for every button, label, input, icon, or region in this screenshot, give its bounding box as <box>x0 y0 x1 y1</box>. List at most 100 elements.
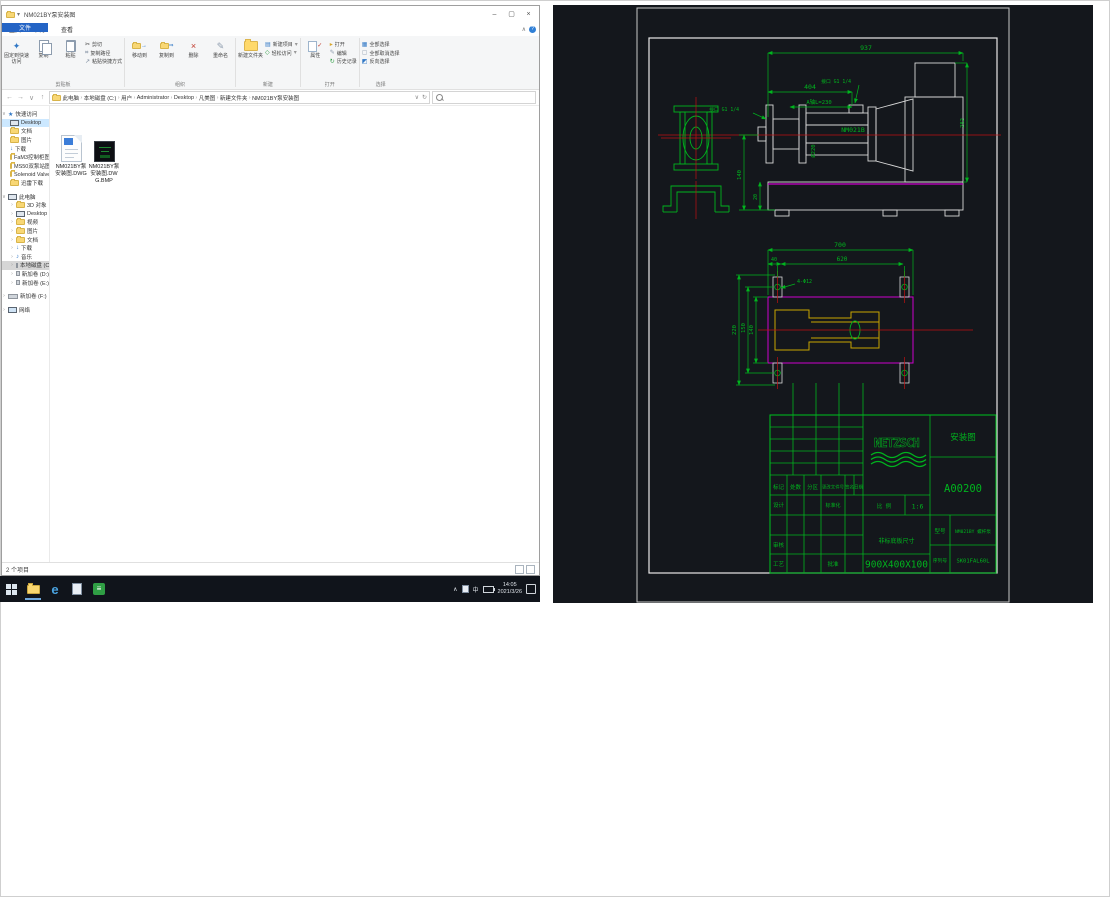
help-icon[interactable]: ? <box>529 26 536 33</box>
sidebar-item-volume-e[interactable]: › 新加卷 (E:) <box>2 278 49 287</box>
collapse-ribbon-icon[interactable]: ∧ <box>522 26 526 33</box>
delete-button[interactable]: × 删除 <box>181 38 206 60</box>
sidebar-item-downloads[interactable]: ↓ 下载 <box>2 144 49 153</box>
file-dwg[interactable]: NM021BY泵安装图.DWG <box>55 128 87 178</box>
drive-icon <box>16 271 20 277</box>
sidebar-this-pc[interactable]: ∨ 此电脑 <box>2 192 49 201</box>
refresh-icon[interactable]: ↻ <box>422 94 427 101</box>
tray-monitor-icon[interactable] <box>461 585 469 593</box>
large-icons-view-icon[interactable] <box>526 564 535 574</box>
address-dropdown-icon[interactable]: ∨ <box>415 94 419 101</box>
dim-port-right: 接口 G1 1/4 <box>821 78 851 85</box>
ribbon-group-open: ✓ 属性 ▸ 打开 ✎ 编辑 ↻ 历史记录 打开 <box>301 36 359 89</box>
back-icon[interactable]: ← <box>5 94 14 101</box>
breadcrumb-item[interactable]: Desktop <box>174 95 194 101</box>
sidebar-quick-access[interactable]: ∨ ★ 快速访问 <box>2 110 49 119</box>
battery-icon[interactable] <box>482 585 495 593</box>
breadcrumb-item[interactable]: 此电脑 <box>63 94 80 102</box>
edit-button[interactable]: ✎ 编辑 <box>330 50 357 57</box>
tray-clock[interactable]: 14:05 2021/3/26 <box>498 582 522 596</box>
copy-path-button[interactable]: ⌗ 复制路径 <box>85 50 122 57</box>
maximize-button[interactable]: ▢ <box>503 7 520 22</box>
tb-process: 工艺 <box>773 561 785 568</box>
taskbar-document-app[interactable] <box>66 578 88 600</box>
tb-scale-value: 1:6 <box>912 503 924 511</box>
sidebar-item-desktop[interactable]: Desktop <box>2 118 49 128</box>
copy-button[interactable]: 复制 <box>31 38 56 60</box>
tab-view[interactable]: 查看 <box>54 23 80 36</box>
sidebar-item-3d-objects[interactable]: › 3D 对象 <box>2 201 49 210</box>
sidebar-item-pc-pictures[interactable]: › 图片 <box>2 227 49 236</box>
desktop-icon <box>10 119 19 126</box>
sidebar-item-videos[interactable]: › 视频 <box>2 218 49 227</box>
sidebar-item-volume-d[interactable]: › 新加卷 (D:) <box>2 270 49 279</box>
qat-customize-icon[interactable]: ▾ <box>17 11 20 18</box>
folder-icon <box>10 179 19 187</box>
new-folder-button[interactable]: 新建文件夹 <box>238 38 263 60</box>
sidebar-item-music[interactable]: › ♪ 音乐 <box>2 253 49 262</box>
netzsch-logo-text: NETZSCH <box>874 436 920 450</box>
system-tray: ∧ 中 14:05 2021/3/26 <box>453 582 540 596</box>
cut-button[interactable]: ✂ 剪切 <box>85 41 122 49</box>
file-bmp[interactable]: NM021BY泵安装图.DWG.BMP <box>88 128 120 185</box>
close-button[interactable]: × <box>520 7 537 22</box>
details-view-icon[interactable] <box>515 564 524 574</box>
tray-chevron-icon[interactable]: ∧ <box>453 586 457 593</box>
folder-icon <box>10 153 15 161</box>
breadcrumb-item[interactable]: Administrator <box>137 95 169 101</box>
easy-access-button[interactable]: ◇ 轻松访问 ▾ <box>265 50 298 57</box>
sidebar-item-volume-f[interactable]: › 新加卷 (F:) <box>2 292 49 301</box>
rename-button[interactable]: ✎ 重命名 <box>208 38 233 60</box>
breadcrumb-item[interactable]: 凡美图 <box>199 94 216 102</box>
copy-to-button[interactable]: ⇒ 复制到 <box>154 38 179 60</box>
recent-locations-icon[interactable]: ∨ <box>27 94 36 102</box>
sidebar-item-fam3-folder[interactable]: FaM3控制柜图纸 <box>2 153 49 162</box>
open-button[interactable]: ▸ 打开 <box>330 41 357 49</box>
ime-indicator[interactable]: 中 <box>473 585 479 594</box>
history-button[interactable]: ↻ 历史记录 <box>330 58 357 66</box>
taskbar-browser[interactable]: e <box>44 578 66 600</box>
sidebar-item-pictures[interactable]: 图片 <box>2 136 49 145</box>
properties-button[interactable]: ✓ 属性 <box>303 38 328 60</box>
breadcrumb-item[interactable]: 本地磁盘 (C:) <box>84 94 117 102</box>
select-none-button[interactable]: ▢ 全部取消选择 <box>362 50 400 57</box>
sidebar-item-pc-downloads[interactable]: › ↓ 下载 <box>2 244 49 253</box>
up-icon[interactable]: ↑ <box>38 94 47 101</box>
breadcrumb-item[interactable]: 用户 <box>121 94 132 102</box>
select-all-button[interactable]: ▦ 全部选择 <box>362 41 400 49</box>
taskbar-file-explorer[interactable] <box>22 578 44 600</box>
files-pane[interactable]: NM021BY泵安装图.DWG NM021BY泵安装图.DWG.BMP <box>50 106 539 562</box>
folder-icon <box>10 127 19 135</box>
sidebar-item-network[interactable]: › 网络 <box>2 305 49 314</box>
sidebar-item-thunder-folder[interactable]: 迅雷下载 <box>2 179 49 188</box>
pin-to-quick-access-button[interactable]: ✦ 固定到快速访问 <box>4 38 29 66</box>
breadcrumb[interactable]: 此电脑 › 本地磁盘 (C:) › 用户 › Administrator › Deskt… <box>49 91 430 104</box>
quick-access-toolbar[interactable]: ▾ <box>17 11 20 18</box>
title-bar[interactable]: ▾ NM021BY泵安装图 – ▢ × <box>2 6 539 23</box>
sidebar-item-documents[interactable]: 文档 <box>2 127 49 136</box>
sidebar-item-ms50-folder[interactable]: MS50双泵站图纸 <box>2 161 49 171</box>
breadcrumb-item[interactable]: NM021BY泵安装图 <box>252 94 299 102</box>
forward-icon[interactable]: → <box>16 94 25 101</box>
tb-rev-col-mark: 标记 <box>773 483 785 491</box>
invert-selection-button[interactable]: ◩ 反向选择 <box>362 58 400 66</box>
minimize-button[interactable]: – <box>486 7 503 22</box>
search-input[interactable] <box>432 91 536 104</box>
sidebar-item-solenoid-folder[interactable]: Solenoid Valve阀 <box>2 170 49 179</box>
move-to-button[interactable]: → 移动到 <box>127 38 152 60</box>
breadcrumb-item[interactable]: 新建文件夹 <box>220 94 248 102</box>
paste-button[interactable]: 粘贴 <box>58 38 83 60</box>
taskbar-green-app[interactable]: ≡ <box>88 578 110 600</box>
start-button[interactable] <box>0 578 22 600</box>
desktop-icon <box>16 210 25 217</box>
sidebar-item-local-disk-c[interactable]: ›本地磁盘 (C:) <box>2 261 49 270</box>
sidebar-item-pc-desktop[interactable]: › Desktop <box>2 210 49 219</box>
sidebar-item-pc-documents[interactable]: › 文档 <box>2 235 49 244</box>
action-center-icon[interactable] <box>526 584 536 594</box>
tab-file[interactable]: 文件 <box>2 23 48 32</box>
paste-shortcut-button[interactable]: ↗ 粘贴快捷方式 <box>85 58 122 66</box>
group-label-clipboard: 剪贴板 <box>55 82 71 88</box>
new-item-button[interactable]: ▤ 新建项目 ▾ <box>265 41 298 49</box>
ribbon-group-new: 新建文件夹 ▤ 新建项目 ▾ ◇ 轻松访问 ▾ 新建 <box>236 36 300 89</box>
dim-shaft: A轴L=230 <box>806 98 831 106</box>
